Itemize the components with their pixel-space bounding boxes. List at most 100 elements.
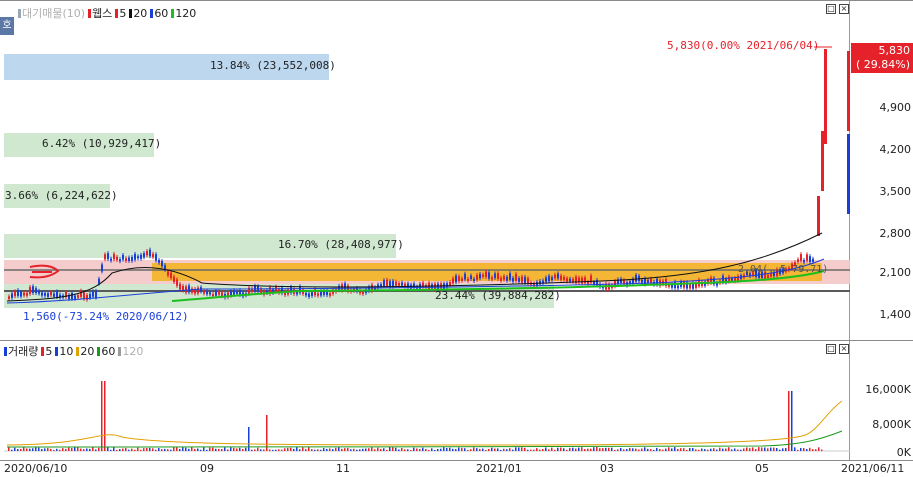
- volume-bar: [44, 448, 46, 451]
- candle-body: [398, 283, 400, 286]
- volume-bar: [290, 447, 292, 451]
- legend-volume[interactable]: 거래량: [4, 343, 38, 359]
- candle-body: [449, 282, 451, 286]
- volume-bar: [62, 448, 64, 451]
- volume-bar: [98, 447, 100, 451]
- volume-bar: [491, 447, 493, 451]
- candle-body: [26, 292, 28, 296]
- candle-body: [221, 292, 223, 297]
- candle-body: [140, 254, 142, 259]
- candle-body: [641, 279, 643, 283]
- volume-bar: [644, 447, 646, 451]
- candle-body: [38, 290, 40, 294]
- volume-bar: [209, 447, 211, 451]
- volume-bar: [773, 447, 775, 451]
- candle-body: [817, 196, 820, 236]
- candle-body: [491, 277, 493, 280]
- candle-body: [98, 278, 100, 284]
- volume-bar: [263, 449, 265, 451]
- volume-bar: [689, 448, 691, 451]
- volume-bar: [161, 449, 163, 451]
- volume-bar: [776, 447, 778, 451]
- legend-vma60[interactable]: 60: [97, 345, 115, 358]
- volume-bar: [170, 449, 172, 451]
- close-icon[interactable]: ×: [839, 344, 849, 354]
- maximize-icon[interactable]: □: [826, 344, 836, 354]
- x-tick-label: 05: [755, 462, 769, 475]
- legend-ma120[interactable]: 120: [171, 7, 196, 20]
- candle-body: [557, 273, 559, 279]
- volume-bar: [710, 448, 712, 451]
- legend-stock[interactable]: 웹스: [88, 5, 112, 21]
- price-y-axis[interactable]: 4,900 4,200 3,500 2,800 2,100 1,400: [851, 1, 913, 341]
- candle-body: [407, 283, 409, 288]
- volume-bar: [254, 449, 256, 451]
- candle-body: [677, 285, 679, 289]
- candle-body: [95, 290, 97, 298]
- candle-body: [317, 293, 319, 296]
- volume-bar: [788, 391, 790, 451]
- y-tick-label: 8,000K: [872, 418, 911, 431]
- volume-bar: [401, 448, 403, 451]
- candle-body: [77, 295, 79, 298]
- legend-swatch: [97, 346, 101, 356]
- legend-supply[interactable]: 대기매물(10): [18, 5, 85, 21]
- close-icon[interactable]: ×: [839, 4, 849, 14]
- volume-bar: [389, 447, 391, 451]
- x-tick-label: 09: [200, 462, 214, 475]
- volume-bar: [791, 391, 793, 451]
- candle-body: [452, 278, 454, 284]
- date-x-axis[interactable]: 2020/06/10 09 11 2021/01 03 05 2021/06/1…: [0, 460, 913, 477]
- legend-vma20[interactable]: 20: [76, 345, 94, 358]
- volume-bar: [92, 447, 94, 451]
- candle-body: [53, 293, 55, 297]
- legend-label: 대기매물(10): [22, 7, 86, 20]
- volume-bar: [581, 447, 583, 451]
- volume-bar: [53, 449, 55, 451]
- legend-ma20[interactable]: 20: [129, 7, 147, 20]
- legend-vma120[interactable]: 120: [118, 345, 143, 358]
- volume-bar: [659, 448, 661, 451]
- volume-bar: [716, 449, 718, 451]
- candle-body: [512, 277, 514, 282]
- x-tick-label: 11: [336, 462, 350, 475]
- legend-ma5[interactable]: 5: [115, 7, 126, 20]
- side-tab[interactable]: 호: [0, 17, 14, 35]
- candle-body: [74, 295, 76, 299]
- candle-body: [170, 272, 172, 278]
- candle-body: [32, 286, 34, 293]
- legend-ma60[interactable]: 60: [150, 7, 168, 20]
- y-tick-label: 2,100: [879, 266, 912, 279]
- legend-label: 60: [101, 344, 116, 358]
- candle-body: [71, 292, 73, 300]
- volume-bar: [512, 449, 514, 451]
- volume-plot-area[interactable]: [2, 341, 850, 461]
- volume-y-axis[interactable]: 16,000K 8,000K 0K: [851, 341, 913, 461]
- volume-bar: [149, 447, 151, 451]
- volume-chart-panel[interactable]: 거래량 5 10 20 60 120 □ × 16,000K 8,000K 0K: [0, 340, 913, 461]
- legend-vma5[interactable]: 5: [41, 345, 52, 358]
- volume-bar: [311, 449, 313, 451]
- volume-bar: [167, 449, 169, 451]
- volume-bar: [524, 447, 526, 451]
- y-tick-label: 3,500: [879, 185, 912, 198]
- candle-body: [593, 281, 595, 285]
- overlay-readout: 2,04(..5 79.71): [738, 264, 829, 275]
- volume-bar: [89, 448, 91, 451]
- volume-bar: [473, 447, 475, 451]
- volume-bar: [803, 448, 805, 451]
- maximize-icon[interactable]: □: [826, 4, 836, 14]
- legend-vma10[interactable]: 10: [55, 345, 73, 358]
- legend-swatch: [55, 346, 59, 356]
- volume-bar: [761, 447, 763, 451]
- candle-body: [731, 278, 733, 281]
- candle-body: [152, 253, 154, 258]
- volume-bar: [593, 447, 595, 451]
- volume-bar: [530, 449, 532, 451]
- supply-box-label: 3.66% (6,224,622): [5, 189, 118, 202]
- volume-bar: [146, 448, 148, 451]
- volume-bar: [329, 448, 331, 451]
- volume-bar: [269, 449, 271, 451]
- price-chart-panel[interactable]: 호 대기매물(10) 웹스 5 20 60 120 □ × 13.84% (23…: [0, 0, 913, 341]
- volume-bar: [38, 447, 40, 451]
